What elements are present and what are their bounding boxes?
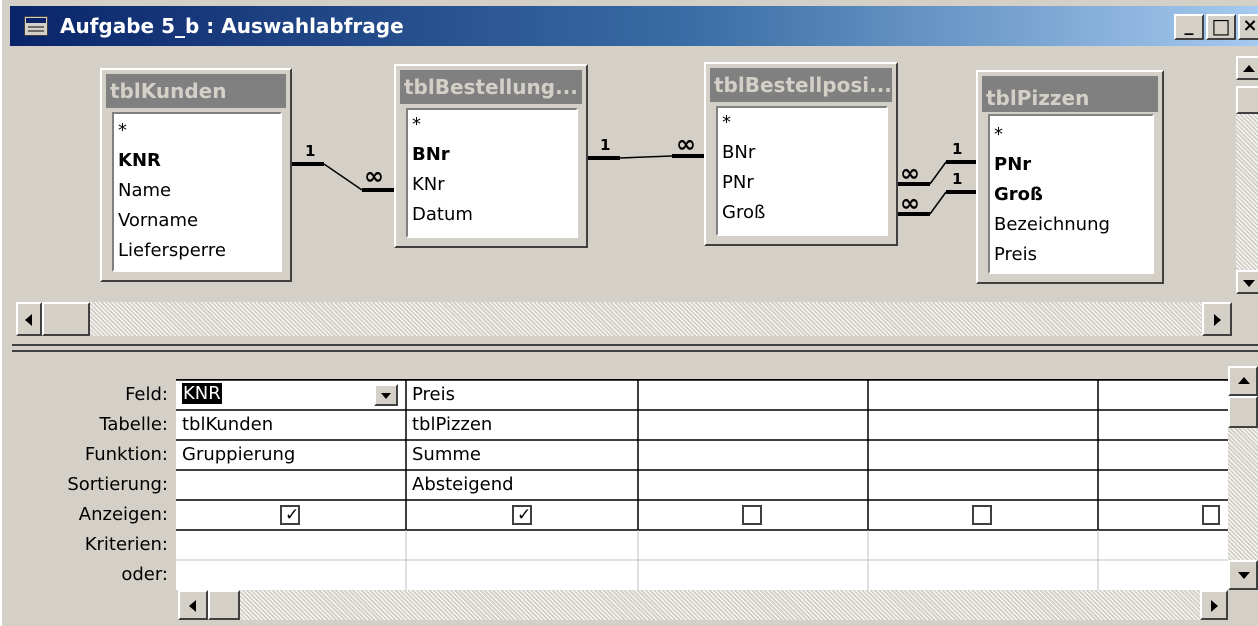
grid-cell-feld[interactable]: KNR	[182, 383, 382, 409]
scroll-up-button[interactable]	[1236, 56, 1258, 80]
scroll-down-button[interactable]	[1236, 270, 1258, 294]
relation-label-one: 1	[952, 140, 962, 158]
relation-line[interactable]	[323, 163, 363, 191]
relation-line[interactable]	[929, 191, 947, 215]
grid-scroll-thumb[interactable]	[208, 590, 240, 620]
grid-scroll-thumb[interactable]	[1228, 396, 1258, 428]
show-checkbox[interactable]	[742, 505, 762, 525]
grid-cell-funktion[interactable]: Gruppierung	[182, 444, 295, 465]
pane-splitter[interactable]	[12, 344, 1258, 352]
grid-cell-feld[interactable]: Preis	[412, 384, 455, 405]
scroll-right-button[interactable]	[1202, 302, 1232, 336]
grid-scroll-left-button[interactable]	[178, 590, 208, 620]
row-label-oder: oder:	[121, 564, 168, 585]
diagram-vertical-scrollbar[interactable]	[1236, 56, 1258, 294]
relation-line[interactable]	[619, 155, 673, 159]
relation-label-one: 1	[305, 142, 315, 160]
grid-scroll-up-button[interactable]	[1228, 366, 1258, 396]
row-label-feld: Feld:	[125, 384, 168, 405]
show-checkbox[interactable]: ✓	[512, 505, 532, 525]
field-dropdown-button[interactable]	[374, 384, 398, 406]
show-checkbox[interactable]: ✓	[280, 505, 300, 525]
row-label-sortierung: Sortierung:	[67, 474, 168, 495]
row-label-funktion: Funktion:	[84, 444, 168, 465]
scroll-thumb[interactable]	[42, 302, 90, 336]
relation-label-many: ∞	[364, 162, 384, 190]
grid-horizontal-scrollbar[interactable]	[240, 590, 1200, 620]
scroll-left-button[interactable]	[16, 302, 42, 336]
relation-label-one: 1	[600, 136, 610, 154]
row-label-kriterien: Kriterien:	[84, 534, 168, 555]
show-checkbox[interactable]	[972, 505, 992, 525]
grid-cell-funktion[interactable]: Summe	[412, 444, 481, 465]
grid-cell-tabelle[interactable]: tblKunden	[182, 414, 273, 435]
check-mark-icon: ✓	[517, 505, 532, 525]
grid-scroll-right-button[interactable]	[1200, 590, 1228, 620]
scroll-thumb[interactable]	[1236, 86, 1258, 114]
relationship-lines: 1 ∞ 1 ∞ ∞ ∞ 1 1	[292, 130, 976, 217]
relation-label-many: ∞	[900, 159, 920, 187]
relation-label-one: 1	[952, 170, 962, 188]
grid-cell-tabelle[interactable]: tblPizzen	[412, 414, 492, 435]
grid-vertical-scrollbar[interactable]	[1228, 428, 1258, 560]
grid-scroll-down-button[interactable]	[1228, 560, 1258, 590]
row-label-tabelle: Tabelle:	[99, 414, 168, 435]
diagram-horizontal-scrollbar[interactable]	[90, 302, 1202, 336]
relation-line[interactable]	[929, 161, 947, 185]
show-checkbox[interactable]	[1202, 505, 1220, 525]
relation-label-many: ∞	[676, 130, 696, 158]
column-selector-bar[interactable]	[176, 366, 1228, 380]
row-label-anzeigen: Anzeigen:	[78, 504, 168, 525]
grid-cell-sortierung[interactable]: Absteigend	[412, 474, 514, 495]
relation-label-many: ∞	[900, 189, 920, 217]
check-mark-icon: ✓	[285, 505, 300, 525]
query-window: Aufgabe 5_b : Auswahlabfrage _ □ × tblKu…	[0, 0, 1258, 626]
